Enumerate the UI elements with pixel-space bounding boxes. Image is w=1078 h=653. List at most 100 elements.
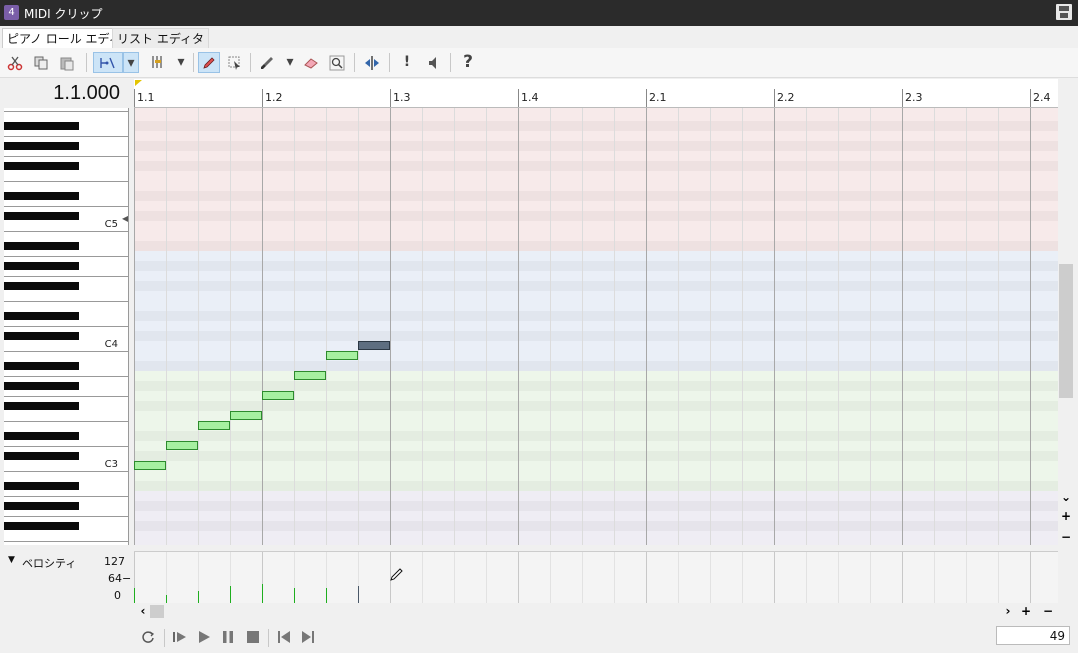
black-key[interactable] (4, 162, 79, 170)
scroll-left-icon[interactable]: ‹ (135, 603, 151, 619)
velocity-bar[interactable] (134, 587, 135, 604)
velocity-lane[interactable] (134, 551, 1058, 604)
midi-note[interactable] (326, 351, 358, 360)
tab-list-editor[interactable]: リスト エディタ (112, 28, 209, 49)
black-key-row (134, 451, 1058, 461)
eraser-icon[interactable] (300, 52, 322, 73)
timeline-ruler[interactable]: 1.1 1.2 1.3 1.4 2.1 2.2 2.3 2.4 (134, 79, 1058, 108)
black-key[interactable] (4, 262, 79, 270)
horizontal-scroll-thumb[interactable] (150, 605, 164, 618)
save-icon[interactable] (1056, 4, 1072, 20)
velocity-grid-line (998, 552, 999, 604)
play-icon[interactable] (194, 627, 214, 647)
ruler-tick (902, 89, 903, 107)
scissors-icon[interactable] (4, 52, 26, 73)
black-key[interactable] (4, 312, 79, 320)
black-key-row (134, 401, 1058, 411)
horizontal-scrollbar[interactable] (134, 603, 1058, 620)
pause-icon[interactable] (218, 627, 238, 647)
zoom-in-horizontal-button[interactable]: + (1018, 603, 1034, 619)
ruler-tick (134, 89, 135, 107)
grid-line (710, 108, 711, 545)
snap-dropdown-icon[interactable]: ▾ (123, 52, 139, 73)
black-key[interactable] (4, 242, 79, 250)
note-grid[interactable] (134, 108, 1058, 545)
black-key-row (134, 521, 1058, 531)
black-key[interactable] (4, 332, 79, 340)
midi-note[interactable] (230, 411, 262, 420)
midi-note[interactable] (198, 421, 230, 430)
locator-marker-icon[interactable] (135, 80, 142, 86)
midi-note[interactable] (294, 371, 326, 380)
black-key[interactable] (4, 522, 79, 530)
note-label: C5 (104, 219, 118, 230)
midi-note[interactable] (262, 391, 294, 400)
black-key[interactable] (4, 382, 79, 390)
collapse-icon[interactable]: ▼ (8, 555, 15, 565)
scroll-down-icon[interactable]: ⌄ (1058, 489, 1074, 505)
quantize-dropdown-icon[interactable]: ▾ (173, 52, 189, 73)
stop-icon[interactable] (243, 627, 263, 647)
grid-line (1030, 108, 1031, 545)
go-to-end-icon[interactable] (298, 627, 318, 647)
play-from-start-icon[interactable] (170, 627, 190, 647)
velocity-bar[interactable] (358, 585, 359, 604)
go-to-start-icon[interactable] (274, 627, 294, 647)
vertical-scroll-thumb[interactable] (1059, 264, 1073, 398)
pencil-cursor-icon (389, 566, 405, 585)
zoom-icon[interactable] (326, 52, 348, 73)
black-key[interactable] (4, 192, 79, 200)
loop-icon[interactable] (138, 627, 158, 647)
black-key[interactable] (4, 452, 79, 460)
black-key[interactable] (4, 122, 79, 130)
scroll-right-icon[interactable]: › (1000, 603, 1016, 619)
brush-icon[interactable] (256, 52, 278, 73)
white-key-divider (4, 276, 128, 277)
exclamation-icon[interactable]: ! (396, 52, 418, 73)
velocity-bar[interactable] (326, 587, 327, 604)
black-key-row (134, 481, 1058, 491)
velocity-bar[interactable] (262, 584, 263, 604)
black-key[interactable] (4, 212, 79, 220)
ruler-tick (518, 89, 519, 107)
white-key-divider (4, 471, 128, 472)
midi-note[interactable] (358, 341, 390, 350)
black-key[interactable] (4, 432, 79, 440)
copy-icon[interactable] (30, 52, 52, 73)
ruler-label: 2.3 (905, 91, 923, 104)
select-icon[interactable] (224, 52, 246, 73)
zoom-out-horizontal-button[interactable]: − (1040, 603, 1056, 619)
black-key[interactable] (4, 362, 79, 370)
ruler-tick (774, 89, 775, 107)
grid-line (230, 108, 231, 545)
brush-dropdown-icon[interactable]: ▾ (282, 52, 298, 73)
piano-keyboard[interactable]: C5 C4 C3 ◀ (4, 108, 129, 545)
white-key-divider (4, 496, 128, 497)
grid-line (678, 108, 679, 545)
black-key[interactable] (4, 282, 79, 290)
velocity-bar[interactable] (230, 585, 231, 604)
black-key[interactable] (4, 482, 79, 490)
black-key[interactable] (4, 142, 79, 150)
grid-line (166, 108, 167, 545)
pencil-icon[interactable] (198, 52, 220, 73)
midi-note[interactable] (166, 441, 198, 450)
split-icon[interactable] (361, 52, 383, 73)
ruler-label: 1.4 (521, 91, 539, 104)
zoom-out-vertical-button[interactable]: − (1058, 529, 1074, 545)
snap-icon[interactable] (93, 52, 123, 73)
velocity-header: ▼ ベロシティ 127 64− 0 (4, 551, 132, 607)
black-key[interactable] (4, 402, 79, 410)
black-key-row (134, 311, 1058, 321)
zoom-in-vertical-button[interactable]: + (1058, 508, 1074, 524)
midi-note[interactable] (134, 461, 166, 470)
velocity-grid-line (934, 552, 935, 604)
speaker-icon[interactable] (422, 52, 444, 73)
position-display: 1.1.000 (53, 82, 120, 104)
help-icon[interactable]: ? (457, 52, 479, 73)
black-key[interactable] (4, 502, 79, 510)
ruler-tick (262, 89, 263, 107)
paste-icon[interactable] (56, 52, 78, 73)
quantize-icon[interactable] (146, 52, 172, 73)
velocity-bar[interactable] (294, 587, 295, 604)
